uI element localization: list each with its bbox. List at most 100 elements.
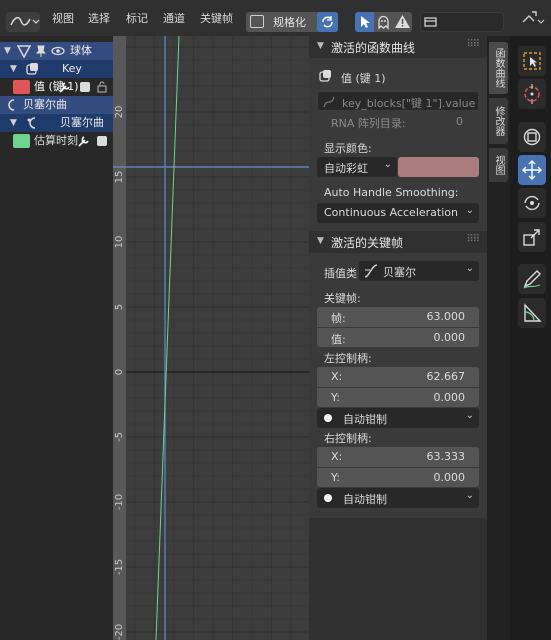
chevron-down-icon: ⌄ [465,410,474,421]
eye-swatch-icon [13,134,30,148]
transform-pivot-icon[interactable] [510,0,551,36]
right-handle-label: 右控制柄: [324,432,372,445]
right-x-field[interactable]: X: 63.333 [317,447,479,467]
normalize-icon [250,15,264,28]
display-color-label: 显示颜色: [324,142,372,155]
curve-color-swatch [13,80,30,94]
tool-cursor[interactable] [518,79,546,109]
toolbar-header [510,0,551,36]
data-path-value: key_blocks["键 1"].value [342,97,476,110]
channel-modifier-bezier[interactable]: 贝塞尔曲 [0,96,113,114]
curve-green[interactable] [155,36,180,640]
rna-index-field: RNA 阵列目录: 0 [317,112,479,132]
menu-marker[interactable]: 标记 [126,10,148,28]
active-fcurve-body: 值 (键 1) key_blocks["键 1"].value RNA 阵列目录… [309,58,487,234]
handle-dot-icon [324,494,332,502]
tool-rotate[interactable] [518,188,546,218]
tab-fcurve[interactable]: 函数曲线 [489,42,508,94]
y-tick-label: -10 [114,494,125,510]
frame-field[interactable]: 帧: 63.000 [317,307,479,327]
wrench-icon[interactable] [58,78,72,96]
active-keyframe-header[interactable]: ▼ 激活的关键帧 ⠿⠿ [309,231,487,253]
tool-scale[interactable] [518,222,546,252]
collapse-arrow-icon: ▼ [317,41,324,51]
right-handle-type-dropdown[interactable]: 自动钳制 ⌄ [317,488,479,508]
scale-icon [523,229,540,246]
channel-filter-field[interactable] [420,12,504,32]
move-arrows-icon [522,160,542,180]
auto-normalize-button[interactable] [317,12,338,32]
graph-editor-icon [10,16,40,26]
menu-key[interactable]: 关键帧 [200,10,233,28]
interp-label: 插值类 [324,267,357,280]
only-errors-button[interactable] [393,12,412,32]
y-tick-label: -20 [114,624,125,640]
menu-select[interactable]: 选择 [88,10,110,28]
color-mode-dropdown[interactable]: 自动彩虹 ⌄ [317,157,397,177]
shapekey-icon [319,69,333,86]
auto-handle-dropdown[interactable]: Continuous Acceleration ⌄ [317,203,479,223]
menu-view[interactable]: 视图 [52,10,74,28]
warning-icon [395,15,410,28]
menu-channel[interactable]: 通道 [163,10,185,28]
expand-down-icon[interactable]: ▼ [10,60,17,78]
graph-area[interactable]: 20 15 10 5 0 -5 -10 -15 -20 [113,36,309,640]
expand-down-icon[interactable]: ▼ [4,42,11,60]
chevron-down-icon: ⌄ [383,159,392,170]
expand-down-icon[interactable]: ▼ [10,114,17,132]
handle-dot-icon [324,414,332,422]
checkbox-mute[interactable] [80,82,90,92]
channel-label: 估算时刻 [34,134,78,147]
tool-annotate[interactable] [518,264,546,294]
interpolation-dropdown[interactable]: 贝塞尔 ⌄ [359,261,479,281]
drag-grip-icon[interactable]: ⠿⠿ [466,39,480,50]
right-y-field[interactable]: Y: 0.000 [317,467,479,487]
y-tick-label: 15 [114,171,125,184]
left-handle-label: 左控制柄: [324,352,372,365]
data-path-field[interactable]: key_blocks["键 1"].value [317,91,479,111]
channel-shapekey-key[interactable]: ▼ Key [0,60,113,78]
grid-major [126,46,309,633]
channel-fcurve-value[interactable]: 值 (键 1) [0,78,113,96]
bezier-icon [4,98,18,114]
graph-canvas[interactable]: 20 15 10 5 0 -5 -10 -15 -20 [113,36,309,640]
lock-icon[interactable] [96,78,108,96]
channel-object-sphere[interactable]: ▼ 球体 [0,42,113,60]
value-label: 值: [331,333,346,346]
sidebar-panel: ▼ 激活的函数曲线 ⠿⠿ 值 (键 1) key_blocks["键 1"].v… [309,36,487,640]
left-y-field[interactable]: Y: 0.000 [317,387,479,407]
channel-estimate[interactable]: 估算时刻 [0,132,113,150]
editor-type-dropdown[interactable] [6,12,40,32]
ruler-icon [524,303,542,322]
y-tick-label: 5 [114,304,125,310]
tab-modifiers[interactable]: 修改器 [489,98,508,144]
chevron-down-icon: ⌄ [465,263,474,274]
interpolation-value: 贝塞尔 [383,266,416,279]
tool-shelf [510,36,551,640]
active-fcurve-header[interactable]: ▼ 激活的函数曲线 ⠿⠿ [309,36,487,58]
auto-handle-label: Auto Handle Smoothing: [324,186,459,199]
pin-icon[interactable] [35,42,47,60]
channel-label: Key [62,62,82,75]
eye-icon[interactable] [51,42,65,60]
channel-bezier-sub[interactable]: ▼ 贝塞尔曲 [0,114,113,132]
left-handle-type-dropdown[interactable]: 自动钳制 ⌄ [317,408,479,428]
tab-view[interactable]: 视图 [489,148,508,182]
ghost-icon [378,15,389,30]
tool-measure[interactable] [518,298,546,328]
curve-color-swatch[interactable] [398,157,479,177]
cursor-arrow-icon [361,16,370,28]
wrench-icon[interactable] [77,132,91,150]
tool-select-box[interactable] [518,46,546,76]
only-selected-button[interactable] [355,12,374,32]
drag-grip-icon[interactable]: ⠿⠿ [466,234,480,245]
refresh-icon [322,16,333,28]
grid-minor [126,36,309,640]
value-field[interactable]: 值: 0.000 [317,327,479,347]
tool-select-circle[interactable] [518,122,546,152]
left-x-field[interactable]: X: 62.667 [317,367,479,387]
value-scrollbar[interactable] [113,36,126,640]
checkbox-enable[interactable] [97,136,107,146]
show-hidden-button[interactable] [374,12,393,32]
tool-move[interactable] [518,155,546,185]
